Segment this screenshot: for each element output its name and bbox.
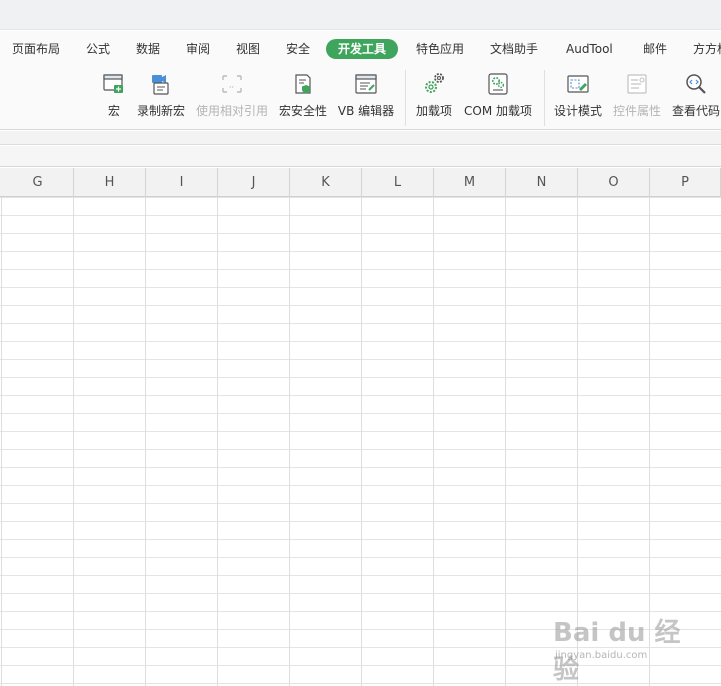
design-mode-icon: [567, 75, 589, 93]
tab-doc-assistant[interactable]: 文档助手: [490, 39, 538, 59]
vb-editor-icon: [355, 74, 377, 94]
com-addins-icon: [488, 73, 508, 95]
column-header-p[interactable]: P: [650, 168, 721, 197]
column-header-j[interactable]: J: [218, 168, 290, 197]
view-code-label: 查看代码: [671, 104, 720, 118]
macro-label: 宏: [107, 104, 120, 118]
tab-security[interactable]: 安全: [286, 39, 310, 59]
tab-special-apps[interactable]: 特色应用: [416, 39, 464, 59]
macro-button[interactable]: 宏: [100, 66, 128, 126]
toolbar-gap: [0, 146, 721, 167]
ribbon-tab-bar: 页面布局 公式 数据 审阅 视图 安全 开发工具 特色应用 文档助手 AudTo…: [0, 31, 721, 67]
addins-label: 加载项: [415, 104, 452, 118]
tab-view[interactable]: 视图: [236, 39, 260, 59]
watermark-url: jingyan.baidu.com: [555, 650, 648, 661]
column-header-l[interactable]: L: [362, 168, 434, 197]
tab-audtool[interactable]: AudTool: [566, 39, 613, 59]
record-macro-button[interactable]: 录制新宏: [136, 66, 186, 126]
tab-fangfangge[interactable]: 方方格: [693, 39, 721, 59]
record-macro-icon: [152, 75, 169, 95]
vb-editor-button[interactable]: VB 编辑器: [337, 66, 395, 126]
macro-security-button[interactable]: 宏安全性: [278, 66, 328, 126]
ribbon-separator: [544, 70, 545, 126]
tab-data[interactable]: 数据: [136, 39, 160, 59]
macro-icon: [103, 74, 123, 93]
vb-editor-label: VB 编辑器: [337, 104, 395, 118]
column-header-k[interactable]: K: [290, 168, 362, 197]
control-properties-label: 控件属性: [612, 104, 661, 118]
tab-developer[interactable]: 开发工具: [326, 39, 399, 59]
watermark-logo-text: Bai du 经验: [553, 618, 681, 685]
record-macro-label: 录制新宏: [136, 104, 185, 118]
design-mode-button[interactable]: 设计模式: [553, 66, 603, 126]
title-strip: [0, 0, 721, 30]
column-header-n[interactable]: N: [506, 168, 578, 197]
column-header-g[interactable]: G: [2, 168, 74, 197]
com-addins-button[interactable]: COM 加载项: [462, 66, 534, 126]
tab-page-layout[interactable]: 页面布局: [12, 39, 60, 59]
view-code-magnifier-icon: [686, 74, 706, 94]
column-header-m[interactable]: M: [434, 168, 506, 197]
com-addins-label: COM 加载项: [464, 104, 532, 118]
tab-mail[interactable]: 邮件: [643, 39, 667, 59]
addins-button[interactable]: 加载项: [414, 66, 454, 126]
baidu-watermark: Bai du 经验 jingyan.baidu.com: [553, 612, 703, 685]
relative-reference-icon: ,,: [222, 75, 242, 93]
formula-bar-area: [0, 131, 721, 145]
relative-reference-label: 使用相对引用: [195, 104, 268, 118]
column-header-h[interactable]: H: [74, 168, 146, 197]
column-header-o[interactable]: O: [578, 168, 650, 197]
tab-formulas[interactable]: 公式: [86, 39, 110, 59]
svg-text:,,: ,,: [229, 80, 234, 89]
macro-security-icon: [295, 74, 311, 94]
addins-gear-icon: [425, 73, 444, 93]
macro-security-label: 宏安全性: [278, 104, 327, 118]
control-properties-button[interactable]: 控件属性: [612, 66, 662, 126]
design-mode-label: 设计模式: [553, 104, 602, 118]
relative-reference-button[interactable]: ,, 使用相对引用: [195, 66, 269, 126]
view-code-button[interactable]: 查看代码: [671, 66, 721, 126]
ribbon-separator: [405, 70, 406, 126]
control-properties-icon: [627, 74, 647, 94]
tab-review[interactable]: 审阅: [186, 39, 210, 59]
column-header-i[interactable]: I: [146, 168, 218, 197]
column-header-row: G H I J K L M N O P: [0, 168, 721, 197]
developer-ribbon: 宏 录制新宏 ,, 使用相对引用 宏安全性 VB 编辑器 加载项 COM 加载项…: [0, 66, 721, 130]
